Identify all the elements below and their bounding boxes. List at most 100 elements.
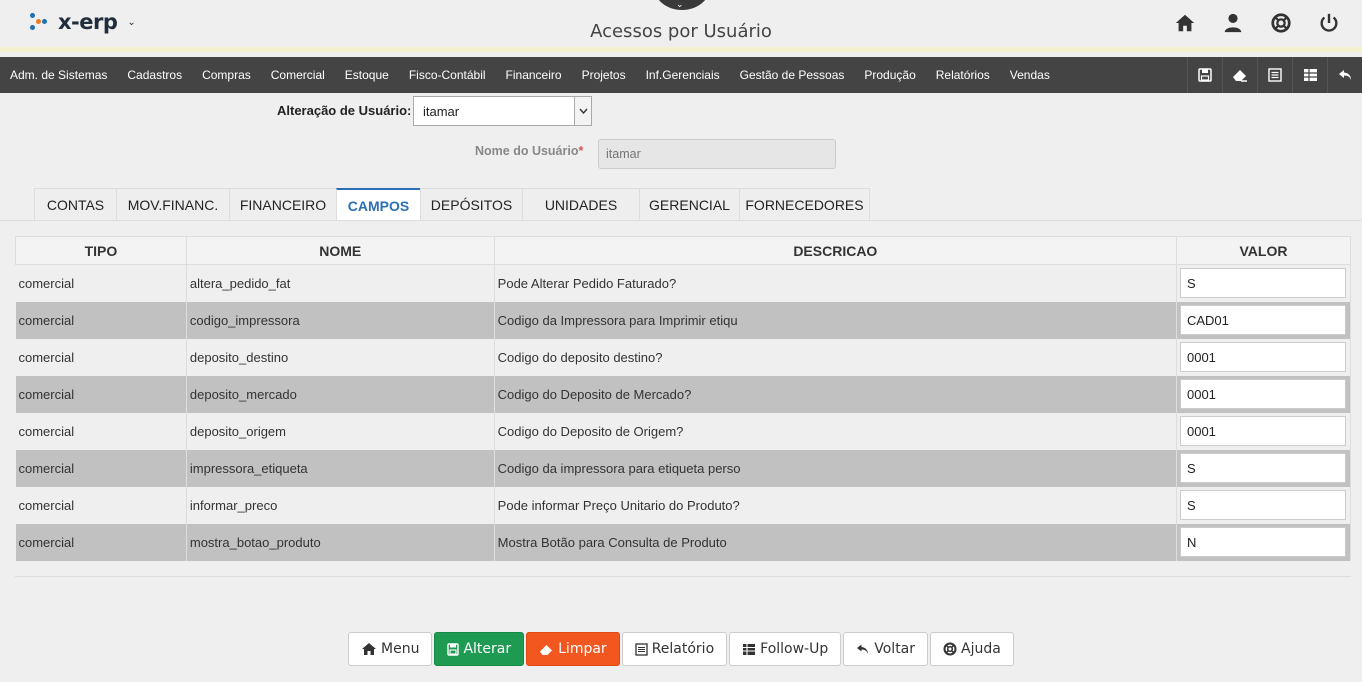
menu-item[interactable]: Vendas [1000,68,1060,82]
tab-unidades[interactable]: UNIDADES [522,188,640,220]
cell-tipo: comercial [15,264,187,302]
table-icon[interactable] [1292,57,1327,93]
cell-valor-input[interactable] [1179,416,1346,446]
tab-gerencial[interactable]: GERENCIAL [639,188,740,220]
tab-fornecedores[interactable]: FORNECEDORES [739,188,870,220]
menu-item[interactable]: Adm. de Sistemas [0,68,117,82]
cell-valor-input[interactable] [1179,490,1346,520]
cell-tipo: comercial [15,375,187,413]
followup-button-label: Follow-Up [760,641,829,657]
menu-item[interactable]: Comercial [261,68,335,82]
cell-tipo: comercial [15,338,187,376]
menu-item[interactable]: Produção [854,68,925,82]
cell-tipo: comercial [15,449,187,487]
cell-nome: deposito_mercado [186,375,495,413]
fields-table: TIPO NOME DESCRICAO VALOR comercial alte… [15,236,1352,561]
column-header-descricao[interactable]: DESCRICAO [493,236,1177,265]
power-icon[interactable] [1318,12,1340,34]
tab-contas[interactable]: CONTAS [34,188,117,220]
user-select[interactable]: itamar [413,96,592,126]
table-row[interactable]: comercial impressora_etiqueta Codigo da … [15,449,1352,487]
column-header-valor[interactable]: VALOR [1175,236,1352,265]
ajuda-button[interactable]: Ajuda [930,632,1014,666]
chevron-down-icon[interactable] [574,97,591,125]
app-header: x-erp ⌄ ⌄ Acessos por Usuário [0,0,1362,52]
table-row[interactable]: comercial codigo_impressora Codigo da Im… [15,301,1352,339]
cell-descricao: Codigo do deposito destino? [494,338,1177,376]
user-name-label: Nome do Usuário* [475,144,583,158]
table-row[interactable]: comercial informar_preco Pode informar P… [15,486,1352,524]
alterar-button-label: Alterar [463,641,512,657]
cell-descricao: Codigo da impressora para etiqueta perso [494,449,1177,487]
menu-item[interactable]: Estoque [335,68,399,82]
cell-valor-input[interactable] [1179,305,1346,335]
collapse-toggle[interactable]: ⌄ [654,0,710,10]
limpar-button[interactable]: Limpar [526,632,620,666]
limpar-button-label: Limpar [558,641,607,657]
cell-descricao: Codigo do Deposito de Mercado? [494,375,1177,413]
user-icon[interactable] [1222,12,1244,34]
cell-valor-input[interactable] [1179,342,1346,372]
menu-item[interactable]: Inf.Gerenciais [636,68,730,82]
menu-item[interactable]: Relatórios [926,68,1000,82]
tab-campos[interactable]: CAMPOS [336,188,421,221]
eraser-icon[interactable] [1222,57,1257,93]
menu-item[interactable]: Financeiro [496,68,572,82]
ajuda-button-label: Ajuda [961,641,1001,657]
cell-valor-input[interactable] [1179,379,1346,409]
cell-valor-input[interactable] [1179,527,1346,557]
column-header-nome[interactable]: NOME [185,236,495,265]
cell-tipo: comercial [15,486,187,524]
menu-item[interactable]: Fisco-Contábil [399,68,496,82]
lifebuoy-icon [943,642,957,656]
cell-nome: informar_preco [186,486,495,524]
table-row[interactable]: comercial deposito_origem Codigo do Depo… [15,412,1352,450]
home-icon[interactable] [1174,12,1196,34]
user-select-label: Alteração de Usuário: [277,103,412,118]
cell-tipo: comercial [15,523,187,561]
column-header-tipo[interactable]: TIPO [15,236,187,265]
undo-icon [857,644,869,654]
table-row[interactable]: comercial deposito_destino Codigo do dep… [15,338,1352,376]
tab-mov-financ[interactable]: MOV.FINANC. [116,188,230,220]
alterar-button[interactable]: Alterar [434,632,525,666]
lifebuoy-icon[interactable] [1270,12,1292,34]
list-icon[interactable] [1257,57,1292,93]
tab-depositos[interactable]: DEPÓSITOS [420,188,523,220]
tab-financeiro[interactable]: FINANCEIRO [229,188,337,220]
voltar-button[interactable]: Voltar [843,632,929,666]
cell-nome: altera_pedido_fat [186,264,495,302]
tabs-divider [0,220,1362,221]
table-row[interactable]: comercial mostra_botao_produto Mostra Bo… [15,523,1352,561]
menu-button[interactable]: Menu [348,632,433,666]
menu-item[interactable]: Compras [192,68,261,82]
relatorio-button[interactable]: Relatório [621,632,728,666]
user-name-field[interactable] [598,139,836,169]
menu-button-label: Menu [381,641,420,657]
menu-item[interactable]: Cadastros [117,68,192,82]
cell-descricao: Mostra Botão para Consulta de Produto [494,523,1177,561]
followup-button[interactable]: Follow-Up [729,632,842,666]
menu-item[interactable]: Gestão de Pessoas [730,68,855,82]
action-bar: Menu Alterar Limpar Relatório Follow-Up … [348,632,1014,666]
undo-icon[interactable] [1327,57,1362,93]
home-icon [362,643,376,655]
tab-bar: CONTAS MOV.FINANC. FINANCEIRO CAMPOS DEP… [34,188,870,221]
cell-valor-input[interactable] [1179,268,1346,299]
cell-tipo: comercial [15,412,187,450]
save-icon[interactable] [1187,57,1222,93]
relatorio-button-label: Relatório [651,641,715,657]
table-row[interactable]: comercial altera_pedido_fat Pode Alterar… [15,264,1352,302]
user-name-label-text: Nome do Usuário [475,144,579,158]
table-bottom-divider [15,576,1351,577]
eraser-icon [540,644,553,655]
cell-descricao: Codigo da Impressora para Imprimir etiqu [494,301,1177,339]
table-icon [743,643,756,655]
cell-valor-input[interactable] [1179,453,1346,483]
cell-nome: deposito_destino [186,338,495,376]
cell-nome: codigo_impressora [186,301,495,339]
user-select-value: itamar [423,104,460,119]
main-menu-bar: Adm. de Sistemas Cadastros Compras Comer… [0,57,1362,93]
menu-item[interactable]: Projetos [572,68,636,82]
table-row[interactable]: comercial deposito_mercado Codigo do Dep… [15,375,1352,413]
